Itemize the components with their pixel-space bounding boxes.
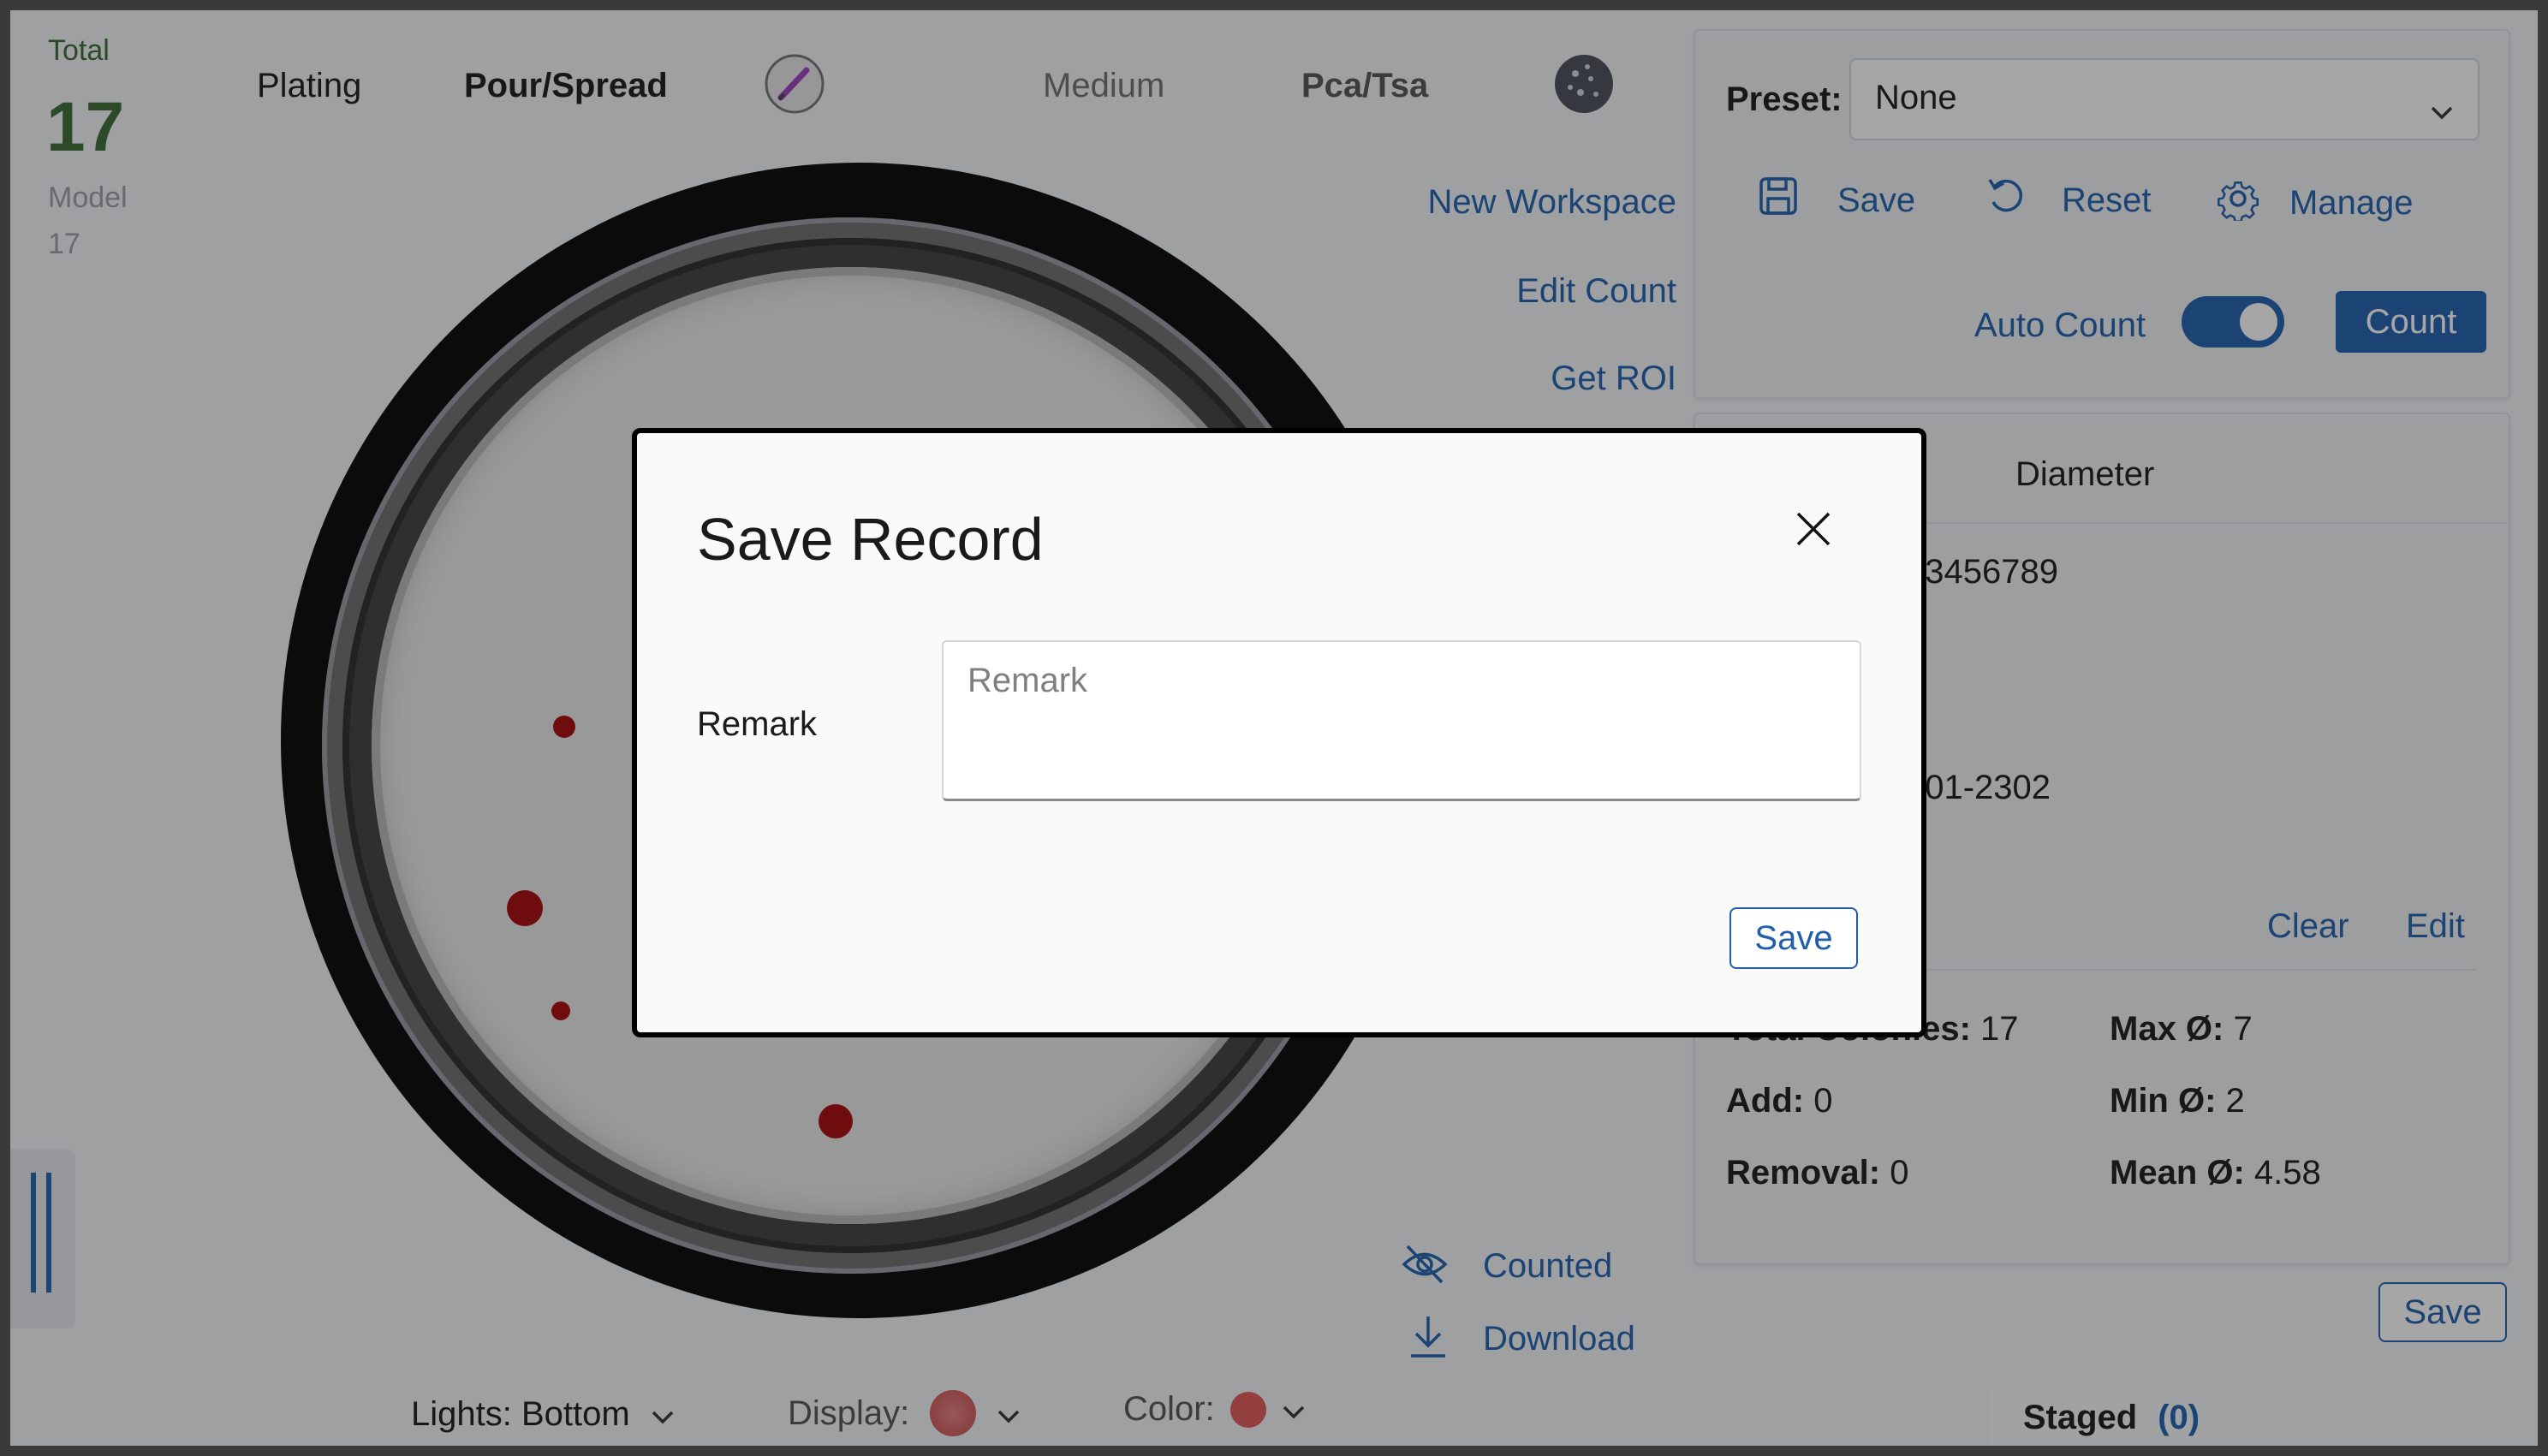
- app-window: Total 17 Model 17 Plating Pour/Spread Me…: [10, 10, 2538, 1446]
- remark-input[interactable]: [966, 661, 1825, 701]
- close-button[interactable]: [1788, 503, 1839, 555]
- dialog-save-button[interactable]: Save: [1729, 907, 1858, 969]
- remark-label: Remark: [697, 705, 818, 743]
- close-icon: [1788, 512, 1839, 558]
- save-record-dialog: Save Record Remark Save: [632, 428, 1926, 1037]
- remark-field[interactable]: [942, 640, 1861, 801]
- dialog-title: Save Record: [697, 506, 1044, 573]
